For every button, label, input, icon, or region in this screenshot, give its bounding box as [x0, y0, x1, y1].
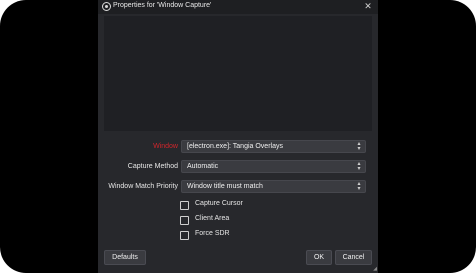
- force-sdr-checkbox[interactable]: [180, 231, 189, 240]
- title-bar: Properties for 'Window Capture' ✕: [98, 0, 378, 14]
- dialog-title: Properties for 'Window Capture': [113, 2, 212, 9]
- ok-button[interactable]: OK: [306, 250, 332, 265]
- defaults-button[interactable]: Defaults: [104, 250, 146, 265]
- client-area-label: Client Area: [195, 215, 230, 222]
- client-area-checkbox[interactable]: [180, 216, 189, 225]
- updown-chevron-icon: ▴ ▾: [357, 161, 361, 172]
- capture-method-select[interactable]: Automatic ▴ ▾: [181, 160, 366, 173]
- cancel-button[interactable]: Cancel: [335, 250, 372, 265]
- screen-frame: Properties for 'Window Capture' ✕ Window…: [0, 0, 476, 273]
- window-select-value: [electron.exe]: Tangia Overlays: [187, 143, 283, 150]
- capture-cursor-label: Capture Cursor: [195, 200, 243, 207]
- window-select[interactable]: [electron.exe]: Tangia Overlays ▴ ▾: [181, 140, 366, 153]
- close-icon[interactable]: ✕: [363, 1, 373, 12]
- match-priority-select[interactable]: Window title must match ▴ ▾: [181, 180, 366, 193]
- obs-logo-icon: [102, 2, 111, 11]
- properties-dialog: Properties for 'Window Capture' ✕ Window…: [98, 0, 378, 273]
- capture-method-label: Capture Method: [127, 163, 178, 170]
- updown-chevron-icon: ▴ ▾: [357, 141, 361, 152]
- capture-method-value: Automatic: [187, 163, 219, 170]
- updown-chevron-icon: ▴ ▾: [357, 181, 361, 192]
- match-priority-value: Window title must match: [187, 183, 263, 190]
- resize-grip-icon[interactable]: ◢: [373, 266, 377, 272]
- window-label: Window: [153, 143, 178, 150]
- force-sdr-label: Force SDR: [195, 230, 230, 237]
- capture-cursor-checkbox[interactable]: [180, 201, 189, 210]
- match-priority-label: Window Match Priority: [108, 183, 178, 190]
- source-preview: [104, 16, 372, 131]
